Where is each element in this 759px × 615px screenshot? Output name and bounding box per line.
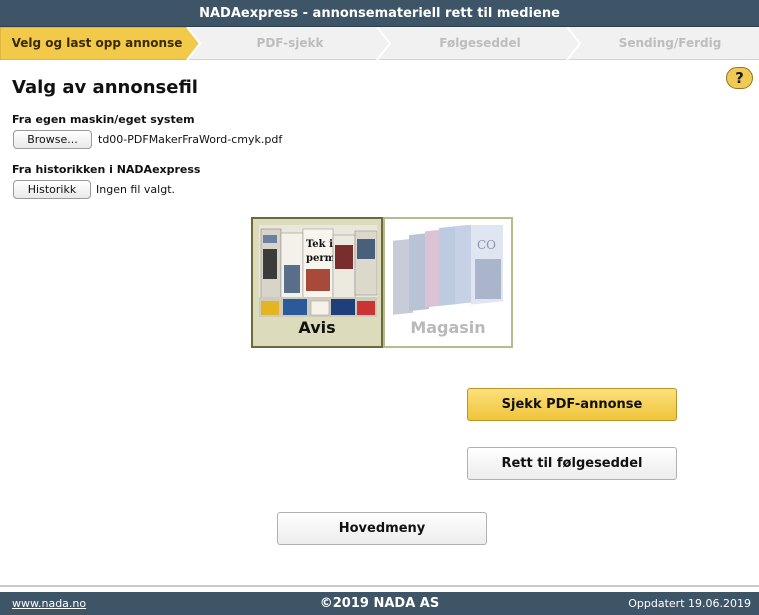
media-option-avis-label: Avis bbox=[298, 318, 336, 337]
newspapers-image: Tek inn permi bbox=[259, 225, 377, 317]
wizard-steps: Velg og last opp annonse PDF-sjekk Følge… bbox=[0, 27, 759, 60]
app-title: NADAexpress - annonsemateriell rett til … bbox=[199, 6, 560, 21]
app-title-bar: NADAexpress - annonsemateriell rett til … bbox=[0, 0, 759, 27]
updated-date: Oppdatert 19.06.2019 bbox=[628, 597, 751, 610]
media-option-avis[interactable]: Tek inn permi Avis bbox=[251, 217, 383, 348]
own-system-label: Fra egen maskin/eget system bbox=[12, 113, 195, 126]
step-slip[interactable]: Følgeseddel bbox=[390, 27, 570, 60]
media-option-magasin-label: Magasin bbox=[410, 318, 486, 337]
page-title: Valg av annonsefil bbox=[12, 77, 198, 98]
step-sending-done[interactable]: Sending/Ferdig bbox=[580, 27, 759, 60]
check-pdf-button[interactable]: Sjekk PDF-annonse bbox=[467, 388, 677, 421]
browse-button[interactable]: Browse... bbox=[13, 130, 92, 149]
main-menu-button[interactable]: Hovedmeny bbox=[277, 512, 487, 545]
history-label: Fra historikken i NADAexpress bbox=[12, 163, 201, 176]
history-button[interactable]: Historikk bbox=[13, 180, 91, 199]
magazines-image: CO bbox=[391, 225, 507, 317]
svg-text:CO: CO bbox=[477, 238, 496, 252]
go-to-slip-button[interactable]: Rett til følgeseddel bbox=[467, 447, 677, 480]
step-upload[interactable]: Velg og last opp annonse bbox=[8, 27, 186, 60]
selected-filename: td00-PDFMakerFraWord-cmyk.pdf bbox=[98, 133, 283, 146]
footer: www.nada.no ©2019 NADA AS Oppdatert 19.0… bbox=[0, 592, 759, 615]
history-filename: Ingen fil valgt. bbox=[96, 183, 176, 196]
help-button[interactable]: ? bbox=[726, 67, 753, 89]
footer-divider bbox=[0, 585, 759, 587]
step-pdf-check[interactable]: PDF-sjekk bbox=[200, 27, 380, 60]
media-option-magasin[interactable]: CO Magasin bbox=[383, 217, 513, 348]
question-icon: ? bbox=[735, 69, 744, 87]
